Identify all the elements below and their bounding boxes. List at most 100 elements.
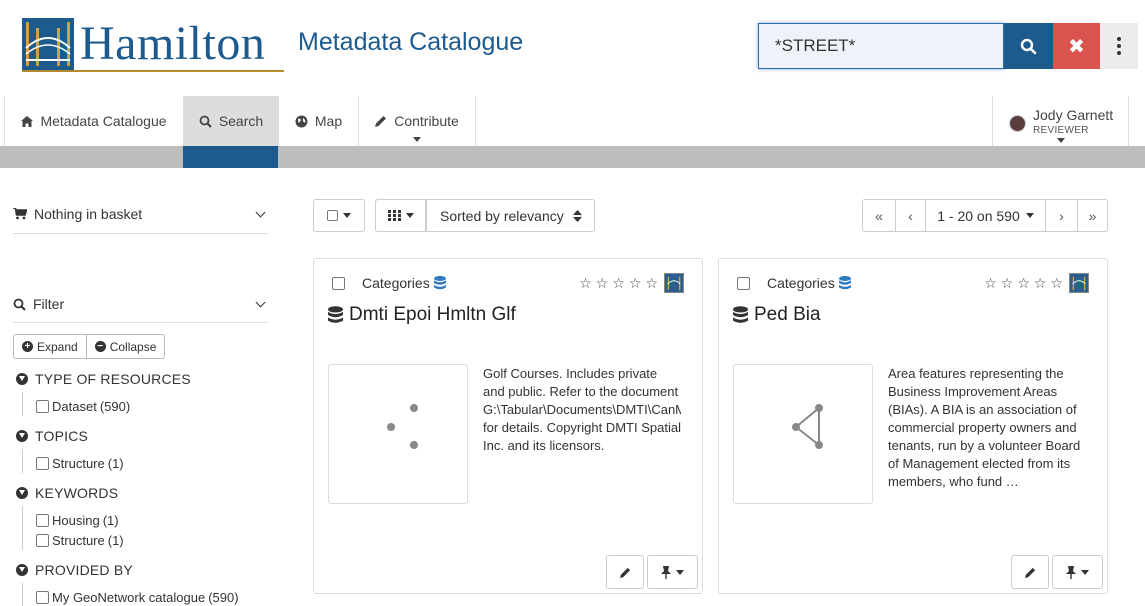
star-icon[interactable]: ☆	[1017, 275, 1030, 292]
nav-item-search[interactable]: Search	[183, 96, 278, 146]
more-options-button[interactable]	[1100, 23, 1138, 69]
select-all-button[interactable]	[313, 199, 365, 232]
collapse-button[interactable]: − Collapse	[85, 335, 165, 358]
expand-button[interactable]: + Expand	[14, 335, 86, 358]
cart-icon	[13, 208, 27, 220]
chevron-down-icon	[1081, 569, 1089, 575]
edit-button[interactable]	[606, 555, 644, 589]
search-input[interactable]: *STREET*	[758, 23, 1004, 69]
facet-keywords[interactable]: KEYWORDS	[16, 485, 118, 501]
facet-title: TYPE OF RESOURCES	[35, 371, 191, 387]
hamilton-logo[interactable]: Hamilton	[22, 17, 284, 72]
more-dot	[1117, 51, 1121, 55]
pin-menu-button[interactable]	[647, 555, 698, 589]
facet-checkbox[interactable]	[36, 514, 49, 527]
avatar	[1009, 115, 1026, 132]
result-thumbnail[interactable]	[733, 364, 873, 504]
more-dot	[1117, 37, 1121, 41]
categories[interactable]: Categories	[767, 275, 851, 291]
pin-icon	[661, 565, 671, 579]
search-button[interactable]	[1004, 23, 1053, 69]
chevron-down-icon	[343, 213, 351, 218]
result-thumbnail[interactable]	[328, 364, 468, 504]
facet-item[interactable]: Housing (1)	[36, 513, 119, 528]
database-icon	[328, 306, 343, 323]
nav-item-contribute[interactable]: Contribute	[358, 96, 476, 146]
logo-underline	[22, 70, 284, 72]
star-icon[interactable]: ☆	[645, 275, 658, 292]
rating-stars[interactable]: ☆ ☆ ☆ ☆ ☆	[984, 275, 1063, 292]
site-title[interactable]: Metadata Catalogue	[298, 28, 523, 57]
facet-checkbox[interactable]	[36, 591, 49, 604]
last-page-button[interactable]: »	[1077, 200, 1107, 231]
star-icon[interactable]: ☆	[1034, 275, 1047, 292]
facet-checkbox[interactable]	[36, 400, 49, 413]
nav-item-map[interactable]: Map	[278, 96, 358, 146]
star-icon[interactable]: ☆	[1050, 275, 1063, 292]
result-card[interactable]: Categories ☆ ☆ ☆ ☆ ☆ Ped Bia Area features r…	[718, 258, 1108, 594]
facet-topics[interactable]: TOPICS	[16, 428, 88, 444]
facet-provided-by[interactable]: PROVIDED BY	[16, 562, 133, 578]
result-description: Golf Courses. Includes private and publi…	[483, 366, 681, 453]
star-icon[interactable]: ☆	[629, 275, 642, 292]
categories-label: Categories	[362, 275, 430, 291]
expand-label: Expand	[37, 339, 78, 354]
filter-toggle[interactable]: Filter	[13, 294, 268, 314]
facet-item[interactable]: Structure (1)	[36, 456, 124, 471]
star-icon[interactable]: ☆	[596, 275, 609, 292]
globe-icon	[295, 115, 308, 127]
facet-line	[22, 449, 23, 473]
header: Hamilton Metadata Catalogue *STREET* ✖	[0, 0, 1145, 96]
pin-menu-button[interactable]	[1052, 555, 1103, 589]
pin-icon	[1066, 565, 1076, 579]
sort-select[interactable]: Sorted by relevancy	[426, 199, 595, 232]
star-icon[interactable]: ☆	[1001, 275, 1014, 292]
result-title[interactable]: Dmti Epoi Hmltn Glf	[328, 304, 516, 326]
pencil-icon	[1024, 567, 1035, 578]
facet-item-count: (590)	[99, 399, 131, 414]
result-title[interactable]: Ped Bia	[733, 304, 821, 326]
home-icon	[21, 115, 34, 127]
chevron-left-icon: ‹	[908, 207, 913, 224]
star-icon[interactable]: ☆	[579, 275, 592, 292]
search-icon	[199, 115, 212, 128]
facet-item[interactable]: Structure (1)	[36, 533, 124, 548]
layout-toggle-button[interactable]	[375, 199, 426, 232]
prev-page-button[interactable]: ‹	[895, 200, 925, 231]
user-role: REVIEWER	[1033, 125, 1089, 136]
filter-label: Filter	[33, 296, 65, 312]
result-checkbox[interactable]	[332, 277, 345, 290]
expand-collapse-group: + Expand − Collapse	[13, 334, 166, 359]
chevron-down-icon	[413, 137, 421, 142]
chevron-down-icon	[405, 213, 414, 218]
next-page-button[interactable]: ›	[1045, 200, 1077, 231]
first-page-button[interactable]: «	[863, 200, 895, 231]
facet-checkbox[interactable]	[36, 457, 49, 470]
arrow-circle-down-icon	[16, 373, 28, 385]
facet-type-of-resources[interactable]: TYPE OF RESOURCES	[16, 371, 191, 387]
user-menu[interactable]: Jody Garnett REVIEWER	[992, 96, 1129, 146]
arrow-circle-down-icon	[16, 564, 28, 576]
page-range-dropdown[interactable]: 1 - 20 on 590	[925, 200, 1045, 231]
facet-item[interactable]: My GeoNetwork catalogue (590)	[36, 590, 239, 605]
categories[interactable]: Categories	[362, 275, 446, 291]
clear-search-button[interactable]: ✖	[1053, 23, 1100, 69]
basket-toggle[interactable]: Nothing in basket	[13, 204, 268, 224]
facet-checkbox[interactable]	[36, 534, 49, 547]
basket-label: Nothing in basket	[34, 206, 143, 222]
arrow-circle-down-icon	[16, 487, 28, 499]
database-icon	[433, 276, 446, 290]
result-checkbox[interactable]	[737, 277, 750, 290]
facet-title: PROVIDED BY	[35, 562, 133, 578]
facet-item[interactable]: Dataset (590)	[36, 399, 130, 414]
double-chevron-left-icon: «	[875, 207, 883, 224]
result-card[interactable]: Categories ☆ ☆ ☆ ☆ ☆ Dmti Epoi Hmltn Glf Gol…	[313, 258, 703, 594]
edit-button[interactable]	[1011, 555, 1049, 589]
rating-stars[interactable]: ☆ ☆ ☆ ☆ ☆	[579, 275, 658, 292]
star-icon[interactable]: ☆	[984, 275, 997, 292]
logo-text: Hamilton	[80, 17, 266, 70]
facet-line	[22, 583, 23, 606]
star-icon[interactable]: ☆	[612, 275, 625, 292]
chevron-down-icon	[255, 297, 266, 308]
nav-item-metadata-catalogue[interactable]: Metadata Catalogue	[4, 96, 183, 146]
